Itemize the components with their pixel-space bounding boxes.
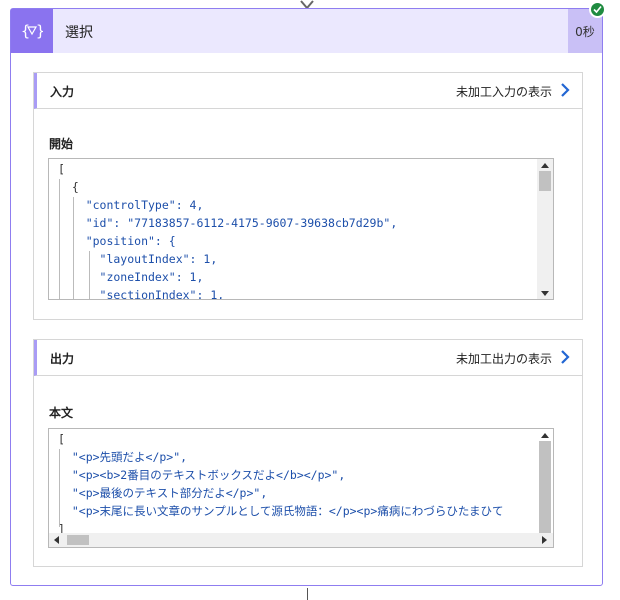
scroll-right-arrow-icon[interactable]	[542, 536, 547, 544]
code-line: "<p>末尾に長い文章のサンプルとして源氏物語：</p><p>痛病にわづらひたま…	[58, 504, 504, 518]
code-line: [	[58, 162, 65, 176]
code-line: "<p><b>2番目のテキストボックスだよ</b></p>",	[58, 468, 346, 482]
scroll-up-arrow-icon[interactable]	[541, 163, 549, 168]
code-line: [	[58, 432, 65, 446]
outputs-code-box[interactable]: [ "<p>先頭だよ</p>", "<p><b>2番目のテキストボックスだよ</…	[48, 428, 554, 548]
svg-text:}: }	[36, 22, 43, 40]
scroll-left-arrow-icon[interactable]	[54, 536, 59, 544]
select-action-card: { } 選択 0秒 入力 未加工入力の表示 開始 [ { "control	[10, 1, 606, 586]
code-line: {	[58, 180, 79, 194]
code-line: "controlType": 4,	[58, 198, 204, 212]
show-raw-inputs-link[interactable]: 未加工入力の表示	[456, 83, 552, 100]
action-title: 選択	[65, 25, 93, 41]
code-line: "zoneIndex": 1,	[58, 270, 204, 284]
start-field-label: 開始	[49, 137, 74, 151]
show-raw-outputs-link[interactable]: 未加工出力の表示	[456, 350, 552, 367]
body-field-label: 本文	[49, 406, 74, 420]
action-icon-box: { }	[11, 9, 53, 53]
code-line: "sectionIndex": 1,	[58, 288, 225, 300]
horizontal-scroll-thumb[interactable]	[67, 535, 89, 545]
outputs-title: 出力	[50, 352, 75, 366]
code-line: "layoutIndex": 1,	[58, 252, 218, 266]
inputs-section-header: 入力 未加工入力の表示	[34, 73, 582, 109]
outputs-section: 出力 未加工出力の表示 本文 [ "<p>先頭だよ</p>", "<p><b>2…	[33, 339, 583, 567]
inputs-code-box[interactable]: [ { "controlType": 4, "id": "77183857-61…	[48, 158, 554, 300]
code-line: "<p>先頭だよ</p>",	[58, 450, 188, 464]
action-header[interactable]: { } 選択 0秒	[11, 1, 606, 53]
scroll-thumb[interactable]	[539, 441, 551, 533]
scroll-down-arrow-icon[interactable]	[541, 291, 549, 296]
scroll-thumb[interactable]	[539, 171, 551, 191]
code-line: "position": {	[58, 234, 176, 248]
chevron-right-icon[interactable]	[558, 348, 572, 366]
outputs-section-header: 出力 未加工出力の表示	[34, 340, 582, 376]
connector-line	[307, 588, 308, 600]
code-line: "<p>最後のテキスト部分だよ</p>",	[58, 486, 268, 500]
success-check-icon	[589, 1, 606, 18]
braces-filter-icon: { }	[21, 22, 43, 40]
svg-text:{: {	[21, 22, 30, 40]
chevron-right-icon[interactable]	[558, 81, 572, 99]
vertical-scrollbar[interactable]	[537, 159, 553, 299]
code-line: "id": "77183857-6112-4175-9607-39638cb7d…	[58, 216, 398, 230]
horizontal-scrollbar[interactable]	[49, 533, 553, 547]
inputs-title: 入力	[50, 85, 75, 99]
vertical-scrollbar[interactable]	[537, 429, 553, 535]
inputs-section: 入力 未加工入力の表示 開始 [ { "controlType": 4, "id…	[33, 72, 583, 320]
scroll-up-arrow-icon[interactable]	[541, 433, 549, 438]
